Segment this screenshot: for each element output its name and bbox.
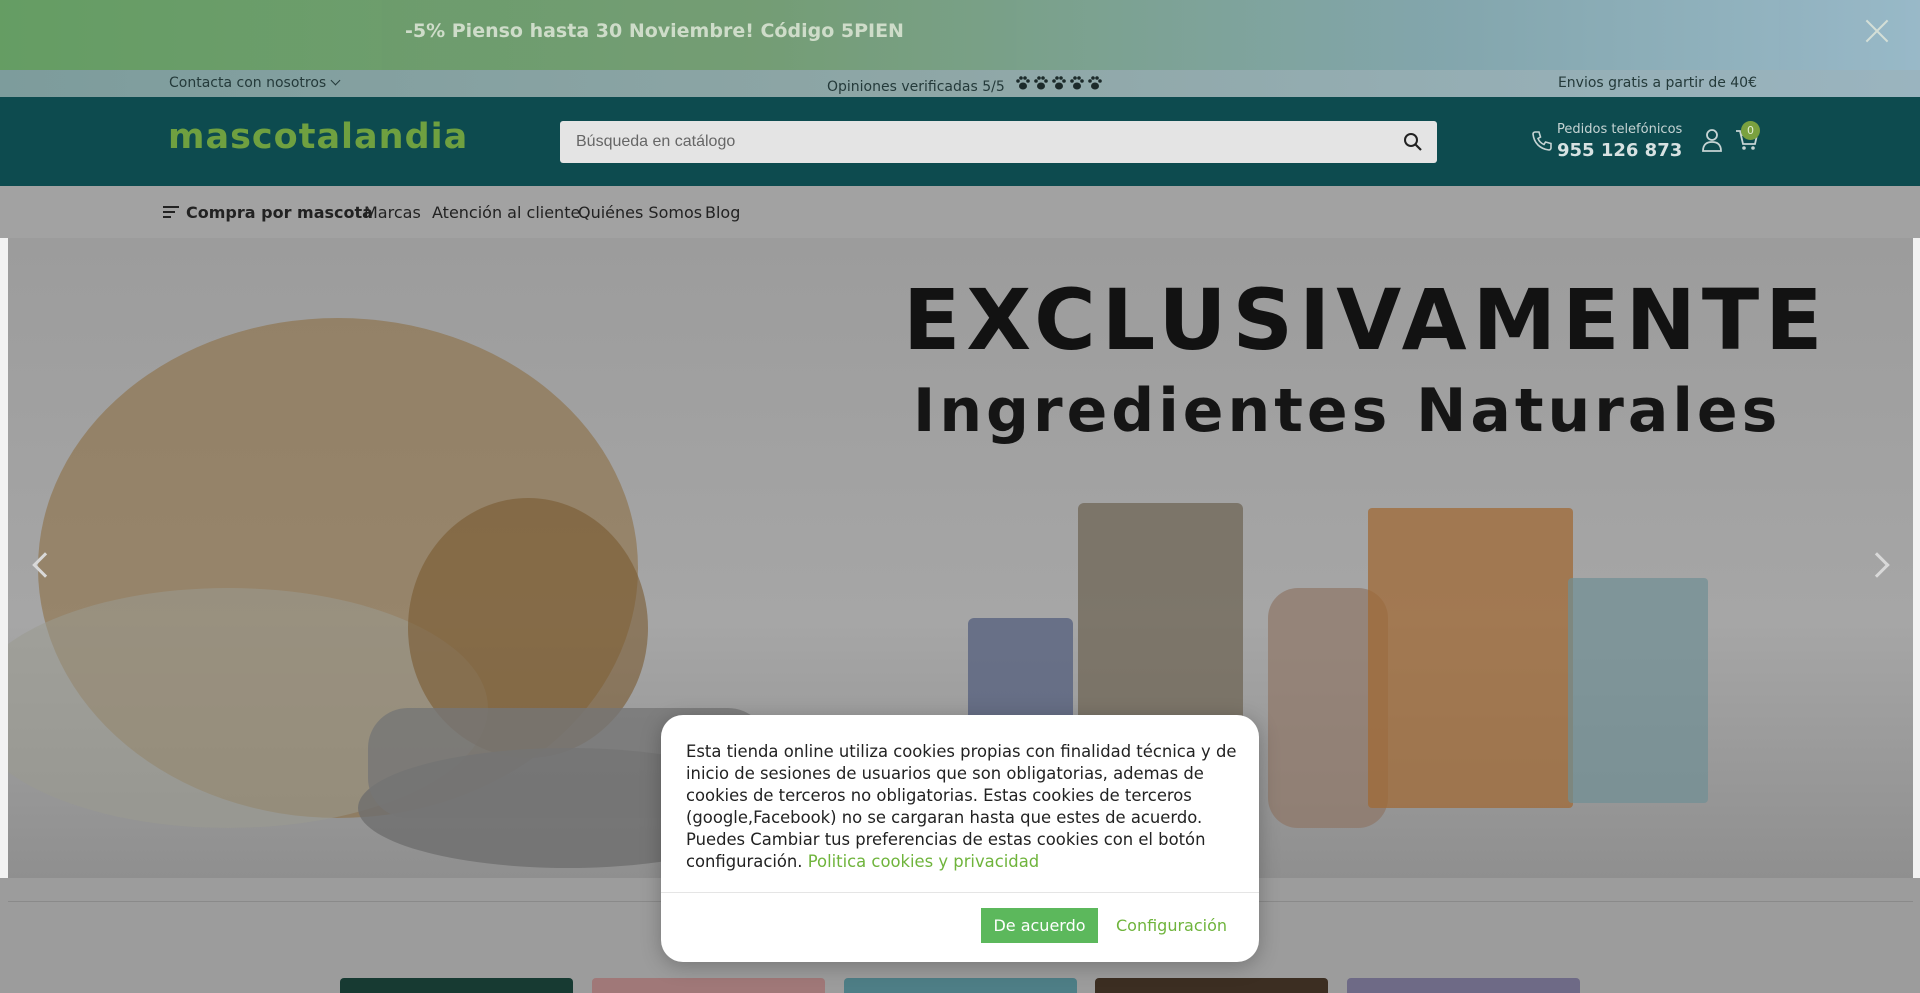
search-input[interactable] — [560, 121, 1437, 163]
shipping-info: Envios gratis a partir de 40€ — [1557, 75, 1757, 91]
category-tile[interactable] — [844, 978, 1077, 993]
cookie-consent-modal: Esta tienda online utiliza cookies propi… — [661, 715, 1259, 962]
info-bar: Contacta con nosotros Opiniones verifica… — [0, 70, 1920, 97]
category-tile[interactable] — [1095, 978, 1328, 993]
close-icon[interactable] — [1864, 18, 1890, 44]
nav-item-marcas[interactable]: Marcas — [364, 203, 421, 222]
cart-count-badge: 0 — [1741, 121, 1760, 140]
cookie-message: Esta tienda online utiliza cookies propi… — [686, 741, 1241, 873]
category-tile[interactable] — [592, 978, 825, 993]
cookie-settings-button[interactable]: Configuración — [1116, 908, 1227, 943]
category-tile[interactable] — [340, 978, 573, 993]
paw-rating-icon — [1015, 75, 1105, 95]
search-icon[interactable] — [1403, 132, 1423, 152]
menu-icon[interactable] — [163, 206, 179, 220]
modal-divider — [661, 892, 1259, 893]
promo-text: -5% Pienso hasta 30 Noviembre! Código 5P… — [405, 20, 904, 42]
contact-dropdown[interactable]: Contacta con nosotros — [169, 75, 341, 91]
search-bar — [560, 121, 1437, 163]
site-header: mascotalandia Pedidos telefónicos 955 12… — [0, 97, 1920, 186]
phone-number[interactable]: 955 126 873 — [1557, 140, 1682, 161]
accept-cookies-button[interactable]: De acuerdo — [981, 908, 1098, 943]
nav-item-atencion[interactable]: Atención al cliente — [432, 203, 580, 222]
reviews-label: Opiniones verificadas 5/5 — [827, 79, 1005, 95]
reviews-info[interactable]: Opiniones verificadas 5/5 — [827, 75, 1105, 95]
contact-label: Contacta con nosotros — [169, 75, 327, 91]
cookie-policy-link[interactable]: Politica cookies y privacidad — [808, 852, 1039, 871]
phone-label: Pedidos telefónicos — [1557, 122, 1683, 137]
hero-title: EXCLUSIVAMENTE — [903, 271, 1829, 369]
chevron-down-icon — [330, 75, 341, 86]
nav-item-quienes-somos[interactable]: Quiénes Somos — [578, 203, 702, 222]
site-logo[interactable]: mascotalandia — [168, 117, 468, 157]
hero-subtitle: Ingredientes Naturales — [913, 376, 1782, 446]
nav-shop-by-pet[interactable]: Compra por mascota — [186, 203, 373, 222]
promo-bar: -5% Pienso hasta 30 Noviembre! Código 5P… — [0, 0, 1920, 70]
phone-icon — [1532, 131, 1552, 151]
user-icon[interactable] — [1700, 127, 1724, 153]
nav-item-blog[interactable]: Blog — [705, 203, 740, 222]
category-tile[interactable] — [1347, 978, 1580, 993]
main-nav: Compra por mascota Marcas Atención al cl… — [0, 186, 1920, 238]
